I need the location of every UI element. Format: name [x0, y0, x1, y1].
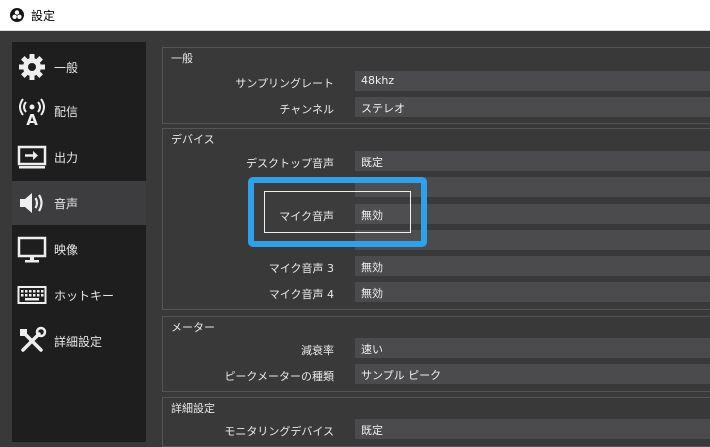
decay-rate-label: 減衰率	[301, 344, 334, 357]
speaker-icon	[17, 188, 47, 218]
sidebar-item-advanced[interactable]: 詳細設定	[12, 319, 146, 363]
monitor-icon	[17, 234, 47, 264]
desktop-audio-label: デスクトップ音声	[246, 157, 334, 170]
mic-audio-4-label: マイク音声 4	[268, 288, 334, 301]
sample-rate-select[interactable]: 48khz	[355, 71, 710, 91]
sidebar-item-stream[interactable]: A 配信	[12, 89, 146, 133]
gear-icon	[17, 52, 47, 82]
sidebar-item-label: 出力	[54, 151, 79, 165]
sidebar-item-label: 音声	[54, 197, 79, 211]
highlight-box	[248, 177, 427, 247]
mic-audio-4-select[interactable]: 無効	[355, 282, 710, 302]
tools-icon	[17, 326, 47, 356]
mic-audio-3-label: マイク音声 3	[268, 262, 334, 275]
settings-sidebar: 一般 A 配信 出力 音声 映像 ホットキー 詳細設定	[12, 42, 146, 442]
keyboard-icon	[17, 280, 47, 310]
sidebar-item-label: 映像	[54, 243, 79, 257]
peak-meter-type-select[interactable]: サンプル ピーク	[355, 364, 710, 384]
mic-audio-3-select[interactable]: 無効	[355, 256, 710, 276]
sidebar-item-audio[interactable]: 音声	[12, 181, 146, 225]
general-group: 一般 サンプリングレート 48khz チャンネル ステレオ	[162, 47, 710, 124]
sidebar-item-label: 配信	[54, 105, 79, 119]
sidebar-item-label: ホットキー	[54, 289, 115, 303]
audio-settings-panel: 一般 サンプリングレート 48khz チャンネル ステレオ デバイス デスクトッ…	[152, 42, 710, 447]
desktop-audio-select[interactable]: 既定	[355, 151, 710, 171]
meters-group: メーター 減衰率 速い ピークメーターの種類 サンプル ピーク	[162, 316, 710, 392]
group-title: メーター	[171, 321, 215, 334]
window-title: 設定	[31, 9, 56, 23]
sidebar-item-label: 一般	[54, 61, 79, 75]
title-bar: 設定	[0, 0, 710, 31]
highlight-inner-frame	[264, 191, 411, 233]
sidebar-item-label: 詳細設定	[54, 335, 103, 349]
advanced-group: 詳細設定 モニタリングデバイス 既定	[162, 397, 710, 447]
obs-logo-icon	[10, 8, 24, 22]
broadcast-icon: A	[17, 96, 47, 129]
group-title: 詳細設定	[171, 402, 215, 415]
sidebar-item-output[interactable]: 出力	[12, 135, 146, 179]
sidebar-item-video[interactable]: 映像	[12, 227, 146, 271]
group-title: 一般	[171, 52, 193, 65]
channels-select[interactable]: ステレオ	[355, 97, 710, 117]
sample-rate-label: サンプリングレート	[235, 77, 334, 90]
monitoring-device-label: モニタリングデバイス	[224, 425, 334, 438]
channels-label: チャンネル	[279, 103, 334, 116]
devices-group: デバイス デスクトップ音声 既定 マイク音声 無効 マイク音声 3 無効 マイク…	[162, 128, 710, 310]
output-icon	[17, 142, 47, 172]
monitoring-device-select[interactable]: 既定	[355, 419, 710, 439]
sidebar-item-general[interactable]: 一般	[12, 45, 146, 89]
svg-text:A: A	[26, 111, 38, 126]
group-title: デバイス	[171, 133, 215, 146]
decay-rate-select[interactable]: 速い	[355, 338, 710, 358]
sidebar-item-hotkeys[interactable]: ホットキー	[12, 273, 146, 317]
peak-meter-type-label: ピークメーターの種類	[224, 370, 334, 383]
